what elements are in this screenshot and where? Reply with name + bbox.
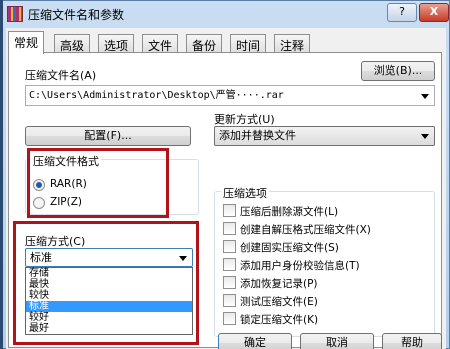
- chevron-down-icon: [421, 134, 429, 139]
- option-lock[interactable]: 锁定压缩文件(K): [223, 311, 428, 327]
- method-listbox[interactable]: 存储 最快 较快 标准 较好 最好: [25, 267, 193, 335]
- archive-name-value: C:\Users\Administrator\Desktop\严管····.ra…: [29, 90, 284, 101]
- chevron-down-icon[interactable]: [421, 94, 429, 99]
- radio-unselected-icon: [33, 197, 45, 209]
- format-group-title: 压缩文件格式: [31, 153, 101, 169]
- cancel-button[interactable]: 取消: [300, 333, 374, 349]
- ok-button[interactable]: 确定: [218, 333, 292, 349]
- archive-name-label: 压缩文件名(A): [25, 69, 97, 82]
- tab-comment[interactable]: 注释: [274, 34, 311, 53]
- tab-time[interactable]: 时间: [230, 34, 267, 53]
- checkbox-icon: [223, 222, 236, 235]
- option-label: 创建固实压缩文件(S): [240, 242, 339, 254]
- archive-name-input[interactable]: C:\Users\Administrator\Desktop\严管····.ra…: [25, 85, 435, 106]
- option-solid[interactable]: 创建固实压缩文件(S): [223, 239, 428, 255]
- rar-dialog: 压缩文件名和参数 ? X 常规 高级 选项 文件 备份 时间 注释 压缩文件名(…: [0, 0, 450, 349]
- update-mode-value: 添加并替换文件: [219, 129, 296, 142]
- tab-options[interactable]: 选项: [98, 34, 135, 53]
- winrar-icon: [7, 6, 23, 22]
- left-edge: [0, 0, 3, 349]
- option-label: 测试压缩文件(E): [240, 296, 318, 308]
- help-button[interactable]: 帮助: [382, 333, 442, 349]
- window-title: 压缩文件名和参数: [28, 8, 125, 22]
- checkbox-icon: [223, 204, 236, 217]
- option-recovery-record[interactable]: 添加恢复记录(P): [223, 275, 428, 291]
- radio-rar[interactable]: RAR(R): [33, 177, 153, 193]
- dialog-client: 常规 高级 选项 文件 备份 时间 注释 压缩文件名(A) 浏览(B)... C…: [6, 28, 446, 349]
- update-mode-label: 更新方式(U): [214, 113, 275, 126]
- checkbox-icon: [223, 312, 236, 325]
- update-mode-select[interactable]: 添加并替换文件: [214, 126, 435, 146]
- option-label: 压缩后删除源文件(L): [240, 206, 339, 218]
- tab-advanced[interactable]: 高级: [54, 34, 91, 53]
- method-option-fastest[interactable]: 最快: [26, 279, 192, 290]
- radio-zip[interactable]: ZIP(Z): [33, 195, 153, 211]
- chevron-down-icon: [179, 256, 187, 261]
- profiles-button[interactable]: 配置(F)...: [25, 126, 191, 146]
- method-option-normal[interactable]: 标准: [26, 301, 192, 312]
- method-option-good[interactable]: 较好: [26, 312, 192, 323]
- checkbox-icon: [223, 294, 236, 307]
- radio-rar-label: RAR(R): [50, 178, 87, 190]
- method-value: 标准: [30, 251, 52, 264]
- method-option-store[interactable]: 存储: [26, 268, 192, 279]
- option-sfx[interactable]: 创建自解压格式压缩文件(X): [223, 221, 428, 237]
- radio-zip-label: ZIP(Z): [50, 196, 83, 208]
- checkbox-icon: [223, 258, 236, 271]
- tab-backup[interactable]: 备份: [186, 34, 223, 53]
- option-authenticity[interactable]: 添加用户身份校验信息(T): [223, 257, 428, 273]
- option-label: 添加用户身份校验信息(T): [240, 260, 360, 272]
- options-group-title: 压缩选项: [221, 185, 269, 201]
- general-panel: 压缩文件名(A) 浏览(B)... C:\Users\Administrator…: [8, 52, 442, 348]
- option-label: 添加恢复记录(P): [240, 278, 318, 290]
- browse-button[interactable]: 浏览(B)...: [361, 61, 435, 81]
- close-button[interactable]: X: [419, 3, 449, 22]
- method-option-best[interactable]: 最好: [26, 323, 192, 334]
- option-label: 创建自解压格式压缩文件(X): [240, 224, 371, 236]
- title-bar[interactable]: 压缩文件名和参数 ? X: [1, 1, 449, 27]
- tab-general[interactable]: 常规: [8, 31, 45, 54]
- checkbox-icon: [223, 240, 236, 253]
- method-option-fast[interactable]: 较快: [26, 290, 192, 301]
- radio-selected-icon: [33, 179, 45, 191]
- option-label: 锁定压缩文件(K): [240, 314, 319, 326]
- help-title-button[interactable]: ?: [387, 3, 417, 22]
- tab-files[interactable]: 文件: [142, 34, 179, 53]
- option-delete-after[interactable]: 压缩后删除源文件(L): [223, 203, 428, 219]
- checkbox-icon: [223, 276, 236, 289]
- option-test[interactable]: 测试压缩文件(E): [223, 293, 428, 309]
- method-select[interactable]: 标准: [25, 248, 193, 267]
- method-label: 压缩方式(C): [25, 235, 86, 248]
